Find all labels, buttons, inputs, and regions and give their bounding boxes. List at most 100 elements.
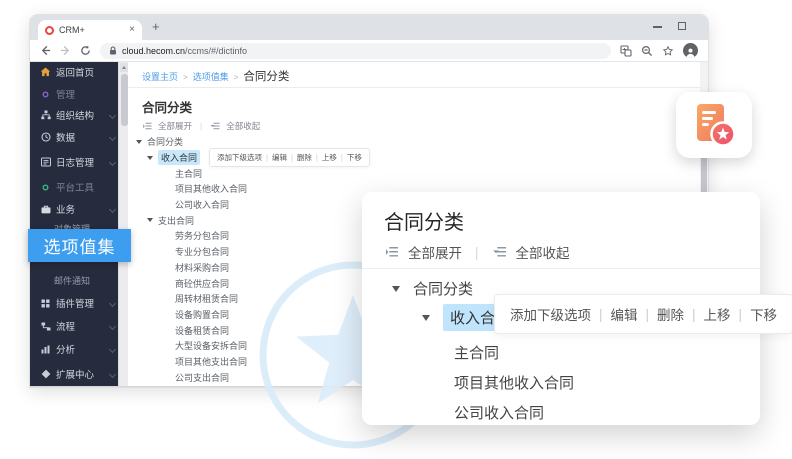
node-action-menu: 添加下级选项| 编辑| 删除| 上移| 下移 <box>209 148 370 167</box>
move-down-button[interactable]: 下移 <box>750 304 777 324</box>
triangle-down-icon[interactable] <box>392 286 400 292</box>
triangle-down-icon[interactable] <box>136 140 142 144</box>
tree-node[interactable]: 合同分类 <box>392 278 473 299</box>
log-icon <box>40 157 51 167</box>
panel-title: 合同分类 <box>384 206 464 235</box>
expand-all-button[interactable]: 全部展开 <box>408 242 462 262</box>
sidebar-item-extension-center[interactable]: 扩展中心 <box>40 367 115 381</box>
url-text: cloud.hecom.cn/ccms/#/dictinfo <box>122 46 247 56</box>
sidebar-scrollbar-thumb[interactable] <box>121 74 128 126</box>
callout-badge-option-value-set[interactable]: 选项值集 <box>28 229 131 262</box>
add-child-option-button[interactable]: 添加下级选项 <box>510 304 591 324</box>
breadcrumb: 设置主页 > 选项值集 > 合同分类 <box>142 68 289 84</box>
tree-node-label: 专业分包合同 <box>175 245 229 258</box>
tree-node[interactable]: 主合同 <box>454 342 499 363</box>
crm-favicon-icon <box>45 26 54 35</box>
triangle-down-icon[interactable] <box>422 315 430 321</box>
tree-node[interactable]: 主合同 <box>136 165 700 181</box>
collapse-all-button[interactable]: 全部收起 <box>516 242 570 262</box>
sidebar-item-org-structure[interactable]: 组织结构 <box>40 108 115 122</box>
translate-icon[interactable] <box>620 45 632 57</box>
tree-node-label: 劳务分包合同 <box>175 229 229 242</box>
add-child-option-button[interactable]: 添加下级选项 <box>217 152 262 163</box>
action-separator: | <box>316 153 318 162</box>
breadcrumb-current: 合同分类 <box>243 68 289 84</box>
action-separator: | <box>692 307 696 322</box>
tree-node-label: 项目其他收入合同 <box>454 372 574 393</box>
forward-icon[interactable] <box>60 45 71 56</box>
triangle-down-icon[interactable] <box>147 156 153 160</box>
move-down-button[interactable]: 下移 <box>347 152 362 163</box>
sidebar-item-label: 流程 <box>56 319 75 333</box>
tree-node[interactable]: 项目其他收入合同 <box>454 372 574 393</box>
edit-button[interactable]: 编辑 <box>611 304 638 324</box>
sidebar-item-platform-tools[interactable]: 平台工具 <box>40 180 115 194</box>
tree-node-label: 大型设备安拆合同 <box>175 339 247 352</box>
sidebar-item-business[interactable]: 业务 <box>40 202 115 216</box>
sidebar: 返回首页 管理 组织结构 数据 日志 <box>30 62 118 386</box>
flow-icon <box>40 322 51 331</box>
sidebar-item-label: 业务 <box>56 202 75 216</box>
move-up-button[interactable]: 上移 <box>322 152 337 163</box>
collapse-all-icon <box>492 246 507 259</box>
bar-chart-icon <box>40 345 51 354</box>
sidebar-item-workflow[interactable]: 流程 <box>40 319 115 333</box>
bookmark-star-icon[interactable] <box>662 45 674 57</box>
tree-node[interactable]: 公司收入合同 <box>454 402 544 423</box>
tree-node-label: 收入合同 <box>158 150 200 165</box>
tree-node-label: 设备租赁合同 <box>175 324 229 337</box>
tab-close-icon[interactable]: × <box>129 25 135 35</box>
delete-button[interactable]: 删除 <box>297 152 312 163</box>
expand-all-icon <box>384 246 399 259</box>
chevron-down-icon <box>109 205 116 212</box>
url-field[interactable]: cloud.hecom.cn/ccms/#/dictinfo <box>100 43 611 59</box>
delete-button[interactable]: 删除 <box>657 304 684 324</box>
breadcrumb-separator: > <box>234 73 239 82</box>
sidebar-item-label: 扩展中心 <box>56 367 94 381</box>
person-icon <box>685 47 696 58</box>
tree-node-label: 公司收入合同 <box>454 402 544 423</box>
minimize-button[interactable] <box>653 26 662 28</box>
sidebar-item-mail-notification[interactable]: 邮件通知 <box>54 273 115 287</box>
zoom-out-icon[interactable] <box>641 45 653 57</box>
sidebar-scrollbar[interactable] <box>118 62 128 386</box>
sidebar-item-log-management[interactable]: 日志管理 <box>40 155 115 169</box>
expand-all-button[interactable]: 全部展开 <box>158 120 192 132</box>
reload-icon[interactable] <box>80 45 91 56</box>
sidebar-item-management[interactable]: 管理 <box>40 87 115 101</box>
triangle-down-icon[interactable] <box>147 218 153 222</box>
move-up-button[interactable]: 上移 <box>704 304 731 324</box>
scroll-up-button[interactable] <box>120 63 128 72</box>
chevron-down-icon <box>109 111 116 118</box>
profile-avatar[interactable] <box>683 43 698 58</box>
sidebar-item-label: 数据 <box>56 130 75 144</box>
green-dot-icon <box>40 184 51 191</box>
sidebar-item-label: 平台工具 <box>56 180 94 194</box>
sidebar-item-plugin-management[interactable]: 插件管理 <box>40 296 115 310</box>
back-icon[interactable] <box>40 45 51 56</box>
tree-node-label: 支出合同 <box>158 214 194 227</box>
document-star-icon <box>692 102 736 148</box>
tree-node-label: 材料采购合同 <box>175 261 229 274</box>
maximize-button[interactable] <box>678 22 686 30</box>
action-separator: | <box>739 307 743 322</box>
sidebar-item-analysis[interactable]: 分析 <box>40 342 115 356</box>
edit-button[interactable]: 编辑 <box>272 152 287 163</box>
collapse-all-button[interactable]: 全部收起 <box>226 120 260 132</box>
sidebar-item-data[interactable]: 数据 <box>40 130 115 144</box>
padlock-icon <box>109 46 117 55</box>
tree-node-selected[interactable]: 收入合同 添加下级选项| 编辑| 删除| 上移| 下移 <box>136 150 700 166</box>
sidebar-item-label: 邮件通知 <box>54 274 90 287</box>
url-path: /ccms/#/dictinfo <box>185 46 247 56</box>
breadcrumb-home-link[interactable]: 设置主页 <box>142 70 178 83</box>
browser-tab[interactable]: CRM+ × <box>38 20 142 40</box>
tree-node-label: 主合同 <box>175 167 202 180</box>
sidebar-item-home[interactable]: 返回首页 <box>40 65 115 79</box>
tab-title: CRM+ <box>59 25 124 35</box>
sidebar-item-label: 日志管理 <box>56 155 94 169</box>
breadcrumb-section-link[interactable]: 选项值集 <box>193 70 229 83</box>
tree-node-label: 商砼供应合同 <box>175 277 229 290</box>
new-tab-button[interactable]: + <box>152 20 160 33</box>
chevron-down-icon <box>109 370 116 377</box>
tree-toolbar: 全部展开 | 全部收起 <box>142 120 260 132</box>
